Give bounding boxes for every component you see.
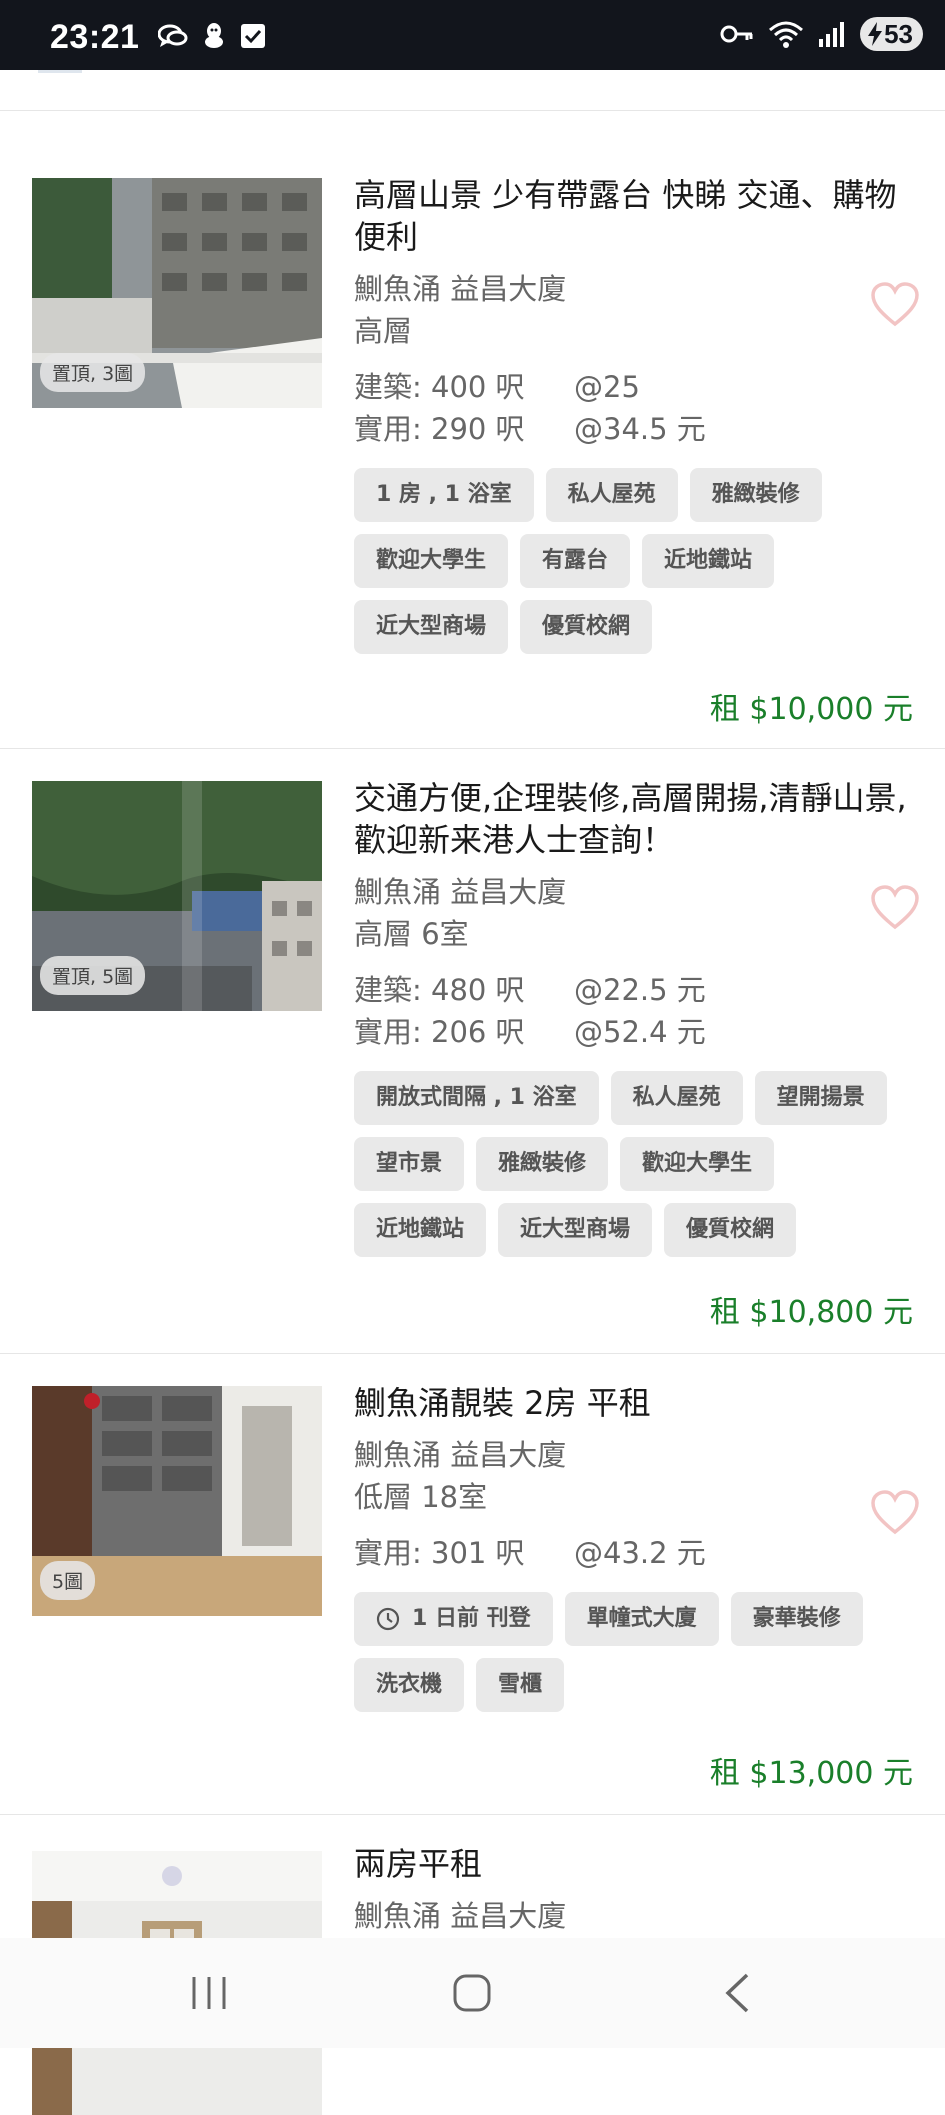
signal-icon (819, 22, 845, 47)
unit-price: @43.2 元 (574, 1536, 706, 1570)
feature-tag: 近地鐵站 (642, 534, 775, 588)
listing-title[interactable]: 鰂魚涌靚裝 2房 平租 (354, 1382, 914, 1424)
checkbox-icon (241, 24, 265, 48)
wifi-icon (769, 21, 804, 48)
tag-list: 1 日前 刊登 單幢式大廈 豪華裝修 洗衣機 雪櫃 (354, 1592, 914, 1712)
area-label: 實用: 290 呎 (354, 412, 525, 446)
listing-location: 鰂魚涌 益昌大廈 (354, 272, 567, 306)
listing-location: 鰂魚涌 益昌大廈 (354, 1438, 567, 1472)
area-row: 建築: 480 呎 @22.5 元 (354, 969, 914, 1011)
feature-tag: 豪華裝修 (730, 1592, 863, 1646)
area-row: 建築: 400 呎 @25 (354, 366, 914, 408)
listing-title[interactable]: 兩房平租 (354, 1843, 914, 1885)
feature-tag: 近大型商場 (498, 1203, 653, 1257)
feature-tag: 開放式間隔 , 1 浴室 (354, 1071, 599, 1125)
tag-list: 開放式間隔 , 1 浴室 私人屋苑 望開揚景 望市景 雅緻裝修 歡迎大學生 近地… (354, 1071, 914, 1257)
charging-bolt-icon (868, 22, 883, 46)
favorite-heart-icon[interactable] (870, 1490, 920, 1540)
home-icon (453, 1974, 491, 2012)
feature-tag: 有露台 (520, 534, 631, 588)
qq-icon (205, 23, 223, 48)
battery-icon: 53 (860, 17, 923, 51)
favorite-heart-icon[interactable] (870, 885, 920, 935)
listing-floor: 高層 6室 (354, 917, 469, 951)
feature-tag: 雅緻裝修 (476, 1137, 609, 1191)
listing-info: 高層山景 少有帶露台 快睇 交通、購物便利 鰂魚涌 益昌大廈 高層 建築: 40… (354, 174, 914, 654)
photo-count-badge: 5圖 (40, 1561, 96, 1600)
feature-tag: 私人屋苑 (545, 468, 678, 522)
listing-photo[interactable]: 5圖 (32, 1386, 322, 1616)
unit-price: @25 (574, 370, 640, 404)
listing-photo[interactable]: 置頂, 5圖 (32, 781, 322, 1011)
vpn-key-icon (720, 25, 753, 43)
listing-info: 鰂魚涌靚裝 2房 平租 鰂魚涌 益昌大廈 低層 18室 實用: 301 呎 @43… (354, 1382, 914, 1712)
unit-price: @34.5 元 (574, 412, 706, 446)
unit-price: @22.5 元 (574, 973, 706, 1007)
feature-tag: 優質校網 (664, 1203, 797, 1257)
battery-level: 53 (884, 18, 913, 49)
tag-list: 1 房 , 1 浴室 私人屋苑 雅緻裝修 歡迎大學生 有露台 近地鐵站 近大型商… (354, 468, 914, 654)
favorite-heart-icon[interactable] (870, 282, 920, 332)
area-row: 實用: 301 呎 @43.2 元 (354, 1532, 914, 1574)
clock-icon (376, 1607, 400, 1631)
feature-tag: 歡迎大學生 (354, 534, 509, 588)
recent-apps-button[interactable] (188, 1968, 230, 2018)
photo-count-badge: 置頂, 3圖 (40, 353, 146, 392)
system-navigation-bar (0, 1938, 945, 2048)
rent-price: 租 $10,800 元 (709, 1295, 913, 1330)
back-button[interactable] (722, 1968, 752, 2018)
listing-location: 鰂魚涌 益昌大廈 (354, 875, 567, 909)
feature-tag: 1 房 , 1 浴室 (354, 468, 534, 522)
posted-date-label: 1 日前 刊登 (412, 1606, 531, 1631)
listing-title[interactable]: 交通方便,企理裝修,高層開揚,清靜山景,歡迎新来港人士查詢！ (354, 777, 914, 861)
listing-photo[interactable]: 置頂, 3圖 (32, 178, 322, 408)
listing-floor: 高層 (354, 314, 413, 348)
area-label: 實用: 301 呎 (354, 1536, 525, 1570)
status-right-icons: 53 (720, 16, 923, 52)
listing-list: 置頂, 3圖 高層山景 少有帶露台 快睇 交通、購物便利 鰂魚涌 益昌大廈 高層… (0, 110, 945, 2115)
listing-card[interactable]: 置頂, 5圖 交通方便,企理裝修,高層開揚,清靜山景,歡迎新来港人士查詢！ 鰂魚… (0, 749, 945, 1354)
listing-title[interactable]: 高層山景 少有帶露台 快睇 交通、購物便利 (354, 174, 914, 258)
area-row: 實用: 290 呎 @34.5 元 (354, 408, 914, 450)
listing-location: 鰂魚涌 益昌大廈 (354, 1899, 567, 1933)
area-label: 建築: 480 呎 (354, 973, 525, 1007)
back-icon (725, 1973, 749, 2013)
rent-price: 租 $13,000 元 (709, 1756, 913, 1791)
list-top-strip (0, 70, 945, 111)
posted-date-tag: 1 日前 刊登 (354, 1592, 553, 1646)
feature-tag: 優質校網 (520, 600, 653, 654)
feature-tag: 望市景 (354, 1137, 465, 1191)
rent-price: 租 $10,000 元 (709, 692, 913, 727)
feature-tag: 近地鐵站 (354, 1203, 487, 1257)
recent-apps-icon (192, 1977, 226, 2009)
feature-tag: 望開揚景 (754, 1071, 887, 1125)
status-left-icons (158, 22, 266, 50)
status-time: 23:21 (50, 18, 140, 56)
area-row: 實用: 206 呎 @52.4 元 (354, 1011, 914, 1053)
wechat-icon (158, 24, 188, 47)
listing-info: 兩房平租 鰂魚涌 益昌大廈 (354, 1843, 914, 1937)
photo-count-badge: 置頂, 5圖 (40, 956, 146, 995)
unit-price: @52.4 元 (574, 1015, 706, 1049)
feature-tag: 歡迎大學生 (620, 1137, 775, 1191)
feature-tag: 洗衣機 (354, 1658, 465, 1712)
area-label: 建築: 400 呎 (354, 370, 525, 404)
status-bar: 23:21 53 (0, 0, 945, 70)
listing-card[interactable]: 5圖 鰂魚涌靚裝 2房 平租 鰂魚涌 益昌大廈 低層 18室 實用: 301 呎… (0, 1354, 945, 1815)
home-button[interactable] (450, 1968, 494, 2018)
feature-tag: 雅緻裝修 (689, 468, 822, 522)
feature-tag: 近大型商場 (354, 600, 509, 654)
area-label: 實用: 206 呎 (354, 1015, 525, 1049)
listing-card[interactable]: 置頂, 3圖 高層山景 少有帶露台 快睇 交通、購物便利 鰂魚涌 益昌大廈 高層… (0, 110, 945, 749)
feature-tag: 雪櫃 (476, 1658, 565, 1712)
listing-floor: 低層 18室 (354, 1480, 488, 1514)
listing-info: 交通方便,企理裝修,高層開揚,清靜山景,歡迎新来港人士查詢！ 鰂魚涌 益昌大廈 … (354, 777, 914, 1257)
feature-tag: 私人屋苑 (610, 1071, 743, 1125)
feature-tag: 單幢式大廈 (564, 1592, 719, 1646)
scroll-marker (38, 70, 82, 73)
